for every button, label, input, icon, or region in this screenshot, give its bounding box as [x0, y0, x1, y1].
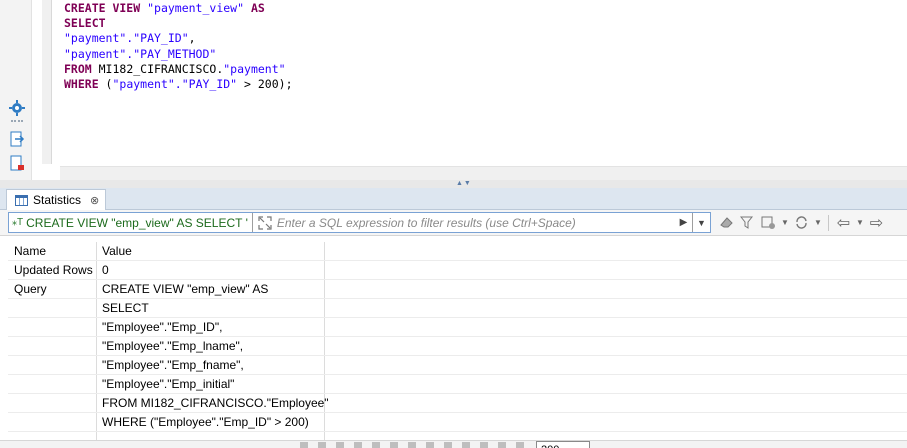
- tab-statistics-label: Statistics: [33, 193, 82, 207]
- panel-splitter[interactable]: ▲▼: [0, 180, 907, 188]
- gear-icon[interactable]: [9, 100, 25, 116]
- cell-value[interactable]: CREATE VIEW "emp_view" AS: [96, 280, 324, 299]
- cell-name[interactable]: [8, 356, 96, 375]
- cell-name[interactable]: Query: [8, 280, 96, 299]
- results-tab-bar: Statistics ⊗: [0, 188, 907, 210]
- grid-body: Updated Rows 0 Query CREATE VIEW "emp_view"…: [8, 261, 907, 432]
- refresh-icon[interactable]: [793, 214, 810, 231]
- forward-arrow-icon[interactable]: ⇨: [868, 214, 885, 232]
- sql-code[interactable]: CREATE VIEW "payment_view" AS SELECT "paym…: [64, 1, 293, 92]
- code-token: MI182_CIFRANCISCO.: [98, 61, 224, 76]
- code-line: "payment"."PAY_METHOD": [64, 47, 293, 62]
- cell-value[interactable]: "Employee"."Emp_lname",: [96, 337, 324, 356]
- cell-name[interactable]: [8, 318, 96, 337]
- code-line: FROM MI182_CIFRANCISCO."payment": [64, 62, 293, 77]
- horizontal-scrollbar[interactable]: [60, 166, 907, 180]
- filter-actions: ▼ ▼ ⇦ ▼ ⇨: [718, 214, 885, 232]
- cell-value[interactable]: WHERE ("Employee"."Emp_ID" > 200): [96, 413, 324, 432]
- cell-value[interactable]: 0: [96, 261, 324, 280]
- table-row[interactable]: Query CREATE VIEW "emp_view" AS: [8, 280, 907, 299]
- results-status-bar: 200: [0, 440, 907, 448]
- table-icon: [15, 194, 28, 206]
- table-row[interactable]: Updated Rows 0: [8, 261, 907, 280]
- apply-filter-button[interactable]: ▶: [674, 213, 692, 232]
- eraser-icon[interactable]: [718, 214, 735, 231]
- cell-name[interactable]: Updated Rows: [8, 261, 96, 280]
- table-row[interactable]: FROM MI182_CIFRANCISCO."Employee": [8, 394, 907, 413]
- code-token: > 200);: [237, 77, 293, 92]
- sql-query-icon: ⁎T: [12, 217, 24, 228]
- code-token: "payment": [223, 61, 286, 76]
- code-token: ,: [188, 31, 196, 46]
- code-token: FROM: [64, 61, 99, 76]
- cell-name[interactable]: [8, 375, 96, 394]
- code-line: CREATE VIEW "payment_view" AS: [64, 1, 293, 16]
- close-icon[interactable]: ⊗: [90, 194, 99, 207]
- cell-value[interactable]: "Employee"."Emp_fname",: [96, 356, 324, 375]
- cell-value[interactable]: SELECT: [96, 299, 324, 318]
- expand-icon[interactable]: [257, 215, 273, 231]
- table-row[interactable]: "Employee"."Emp_lname",: [8, 337, 907, 356]
- table-row[interactable]: SELECT: [8, 299, 907, 318]
- filter-settings-icon[interactable]: [760, 214, 777, 231]
- code-token: "payment"."PAY_ID": [64, 31, 189, 46]
- export-icon[interactable]: [9, 131, 25, 147]
- cell-value[interactable]: "Employee"."Emp_ID",: [96, 318, 324, 337]
- filter-toolbar: ⁎T CREATE VIEW "emp_view" AS SELECT ' ▶ …: [0, 210, 907, 236]
- rail-separator: [11, 120, 23, 122]
- active-query-selector[interactable]: ⁎T CREATE VIEW "emp_view" AS SELECT ': [9, 213, 253, 232]
- grid-header: Name Value: [8, 242, 907, 261]
- table-row[interactable]: "Employee"."Emp_ID",: [8, 318, 907, 337]
- code-token: "payment_view": [147, 1, 245, 15]
- cell-name[interactable]: [8, 299, 96, 318]
- chevron-down-icon[interactable]: ▼: [781, 214, 789, 231]
- cell-name[interactable]: [8, 337, 96, 356]
- code-line: SELECT: [64, 16, 293, 31]
- script-icon[interactable]: [9, 155, 25, 171]
- code-token: SELECT: [64, 16, 106, 31]
- chevron-down-icon[interactable]: ▼: [856, 214, 864, 231]
- tab-statistics[interactable]: Statistics ⊗: [6, 189, 107, 210]
- cell-value[interactable]: FROM MI182_CIFRANCISCO."Employee": [96, 394, 329, 413]
- cell-name[interactable]: [8, 394, 96, 413]
- toolbar-separator: [828, 214, 829, 231]
- cell-name[interactable]: [8, 413, 96, 432]
- filter-input[interactable]: [276, 213, 674, 232]
- statistics-grid: Name Value Updated Rows 0 Query CREATE VIEW…: [8, 242, 907, 448]
- code-line: "payment"."PAY_ID",: [64, 31, 293, 46]
- code-token: "payment"."PAY_METHOD": [64, 46, 217, 61]
- code-token: (: [98, 77, 113, 92]
- code-token: WHERE: [64, 77, 99, 92]
- table-row[interactable]: "Employee"."Emp_fname",: [8, 356, 907, 375]
- navigation-icons: [300, 442, 530, 448]
- cell-value[interactable]: "Employee"."Emp_initial": [96, 375, 324, 394]
- code-token: "payment"."PAY_ID": [112, 77, 238, 92]
- maximize-restore-icon[interactable]: ▲▼: [456, 180, 472, 188]
- fetch-size-input[interactable]: 200: [536, 441, 590, 448]
- line-ruler: [42, 0, 52, 164]
- filter-icon[interactable]: [739, 214, 756, 231]
- table-row[interactable]: WHERE ("Employee"."Emp_ID" > 200): [8, 413, 907, 432]
- active-query-text: CREATE VIEW "emp_view" AS SELECT ': [26, 215, 248, 230]
- code-token: AS: [244, 1, 265, 15]
- filter-history-dropdown[interactable]: ▼: [692, 213, 710, 232]
- code-token: CREATE VIEW: [64, 1, 148, 15]
- table-row[interactable]: "Employee"."Emp_initial": [8, 375, 907, 394]
- filter-box: ⁎T CREATE VIEW "emp_view" AS SELECT ' ▶ …: [8, 212, 711, 233]
- code-line: WHERE ("payment"."PAY_ID" > 200);: [64, 77, 293, 92]
- column-header-name[interactable]: Name: [8, 242, 96, 261]
- chevron-down-icon[interactable]: ▼: [814, 214, 822, 231]
- sql-editor[interactable]: CREATE VIEW "payment_view" AS SELECT "paym…: [0, 0, 907, 180]
- editor-side-toolbar: [0, 0, 32, 180]
- back-arrow-icon[interactable]: ⇦: [835, 214, 852, 232]
- column-header-value[interactable]: Value: [96, 242, 324, 261]
